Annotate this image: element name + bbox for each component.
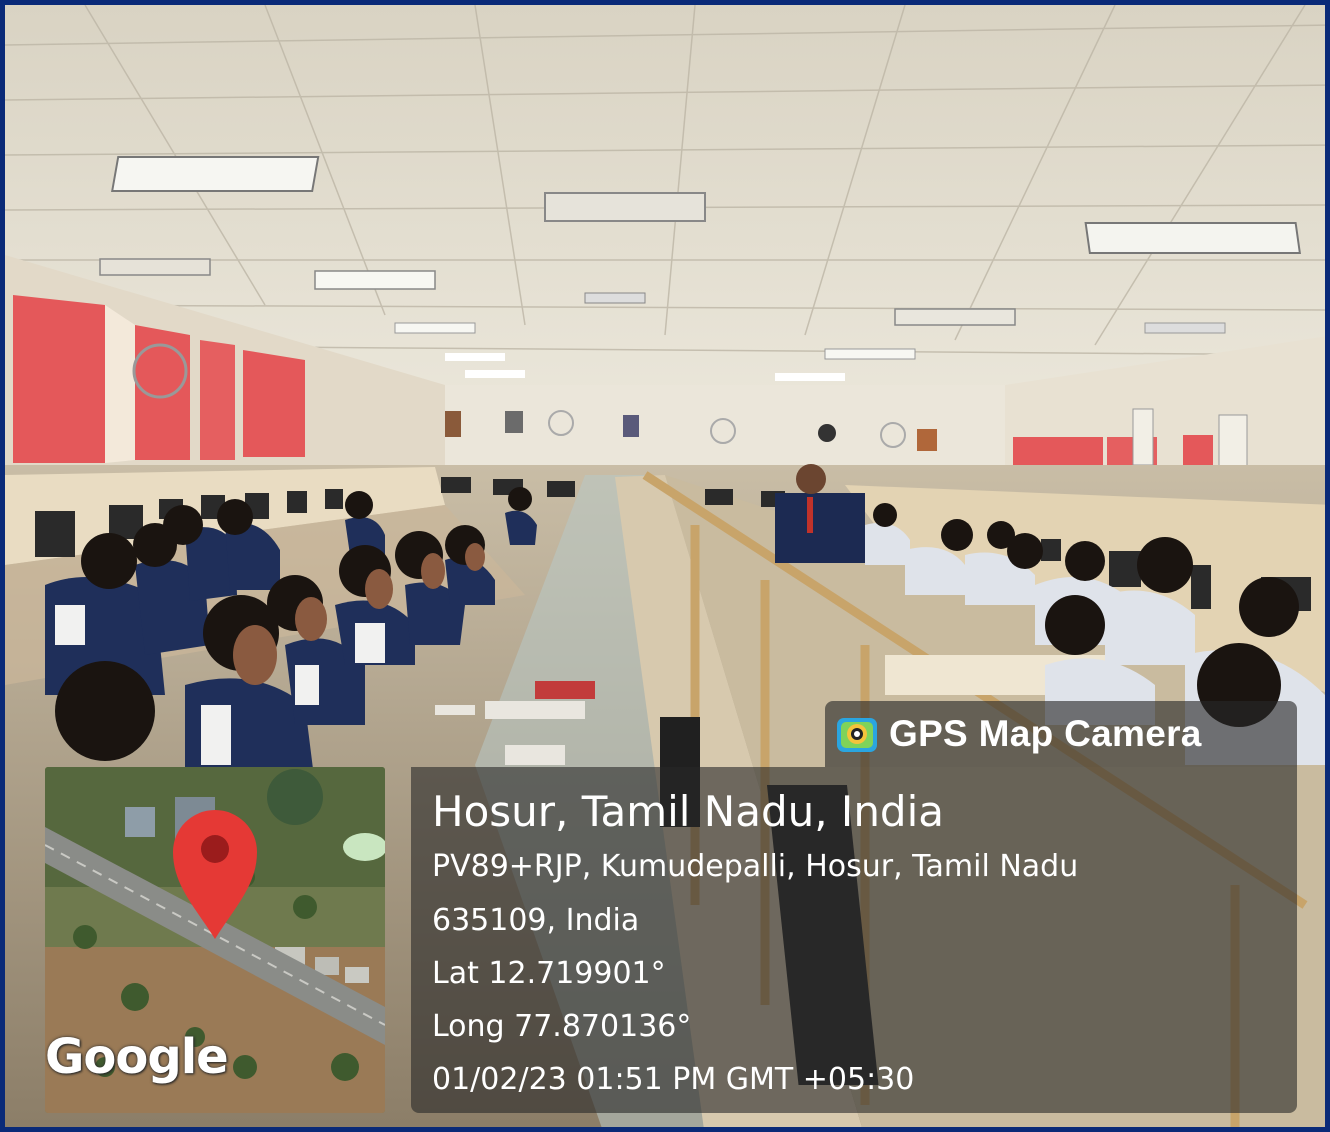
latitude: Lat 12.719901° bbox=[432, 956, 666, 991]
google-logo: Google bbox=[45, 1029, 229, 1085]
app-name: GPS Map Camera bbox=[889, 713, 1202, 754]
gps-camera-badge: GPS Map Camera bbox=[825, 701, 1297, 767]
address-line-2: 635109, India bbox=[432, 903, 640, 938]
longitude: Long 77.870136° bbox=[432, 1009, 692, 1044]
address-line-1: PV89+RJP, Kumudepalli, Hosur, Tamil Nadu bbox=[432, 849, 1079, 884]
location-info-panel: Hosur, Tamil Nadu, India PV89+RJP, Kumud… bbox=[411, 767, 1297, 1113]
gps-camera-icon bbox=[837, 718, 877, 752]
location-map: Google bbox=[45, 767, 385, 1113]
timestamp: 01/02/23 01:51 PM GMT +05:30 bbox=[432, 1062, 915, 1097]
photo-frame: GPS Map Camera Google Hosur, Tamil Nadu,… bbox=[0, 0, 1330, 1132]
location-title: Hosur, Tamil Nadu, India bbox=[432, 787, 944, 836]
